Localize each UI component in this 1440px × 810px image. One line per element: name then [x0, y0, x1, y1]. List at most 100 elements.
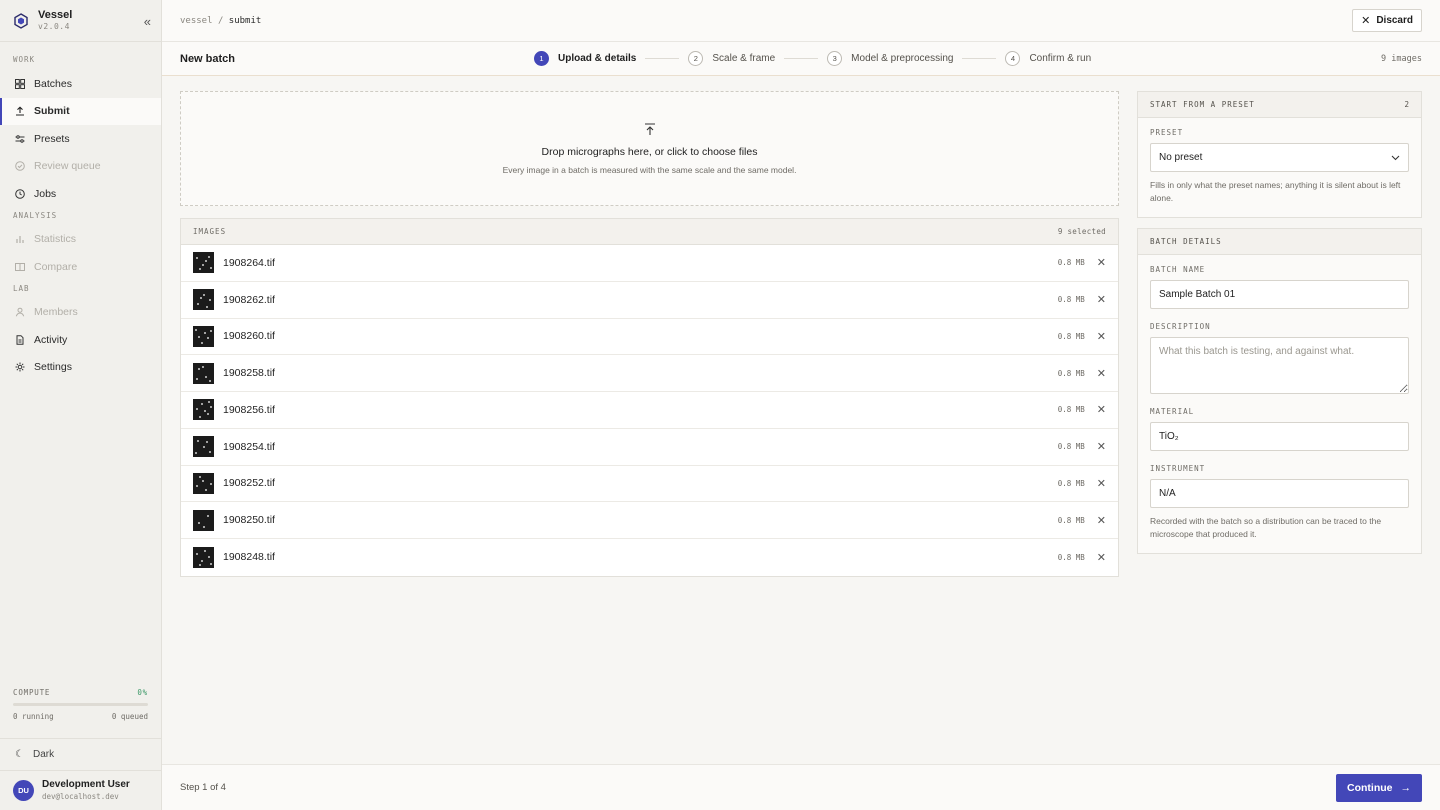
step-number: 2: [688, 51, 704, 66]
remove-file-close-icon[interactable]: ✕: [1097, 293, 1106, 306]
image-thumbnail: [193, 325, 214, 347]
continue-label: Continue: [1347, 781, 1393, 794]
sidebar-item-batches[interactable]: Batches: [0, 70, 161, 98]
compute-label: COMPUTE: [13, 688, 51, 697]
material-label: MATERIAL: [1150, 407, 1195, 416]
remove-file-close-icon[interactable]: ✕: [1097, 367, 1106, 380]
sidebar-item-label: Submit: [34, 105, 70, 118]
sidebar-item-label: Activity: [34, 333, 68, 346]
list-item: 1908262.tif 0.8 MB ✕: [181, 282, 1118, 319]
description-textarea[interactable]: [1150, 337, 1409, 394]
page-title: New batch: [180, 52, 236, 65]
sidebar-item-statistics[interactable]: Statistics: [0, 226, 161, 254]
document-icon: [15, 334, 25, 345]
sidebar-item-settings[interactable]: Settings: [0, 354, 161, 382]
step-label: Confirm & run: [1029, 53, 1092, 64]
brand: Vessel v2.0.4 «: [0, 0, 161, 42]
clock-icon: [15, 188, 25, 199]
app-name: Vessel: [38, 9, 73, 21]
file-size: 0.8 MB: [1057, 368, 1085, 378]
image-thumbnail: [193, 289, 214, 311]
sidebar-item-label: Presets: [34, 132, 70, 145]
person-icon: [15, 307, 25, 317]
file-name: 1908252.tif: [223, 477, 275, 490]
sidebar-item-members[interactable]: Members: [0, 299, 161, 327]
columns-icon: [15, 262, 25, 272]
file-size: 0.8 MB: [1057, 331, 1085, 341]
step-upload-details[interactable]: 1 Upload & details: [534, 51, 636, 66]
step-label: Model & preprocessing: [851, 53, 954, 64]
compute-progress-bar: [13, 703, 148, 706]
chevron-down-icon: [1391, 153, 1400, 163]
theme-toggle[interactable]: ☾ Dark: [0, 738, 161, 769]
remove-file-close-icon[interactable]: ✕: [1097, 403, 1106, 416]
upload-icon: [15, 106, 25, 116]
user-name: Development User: [42, 779, 130, 790]
preset-hint: Fills in only what the preset names; any…: [1150, 180, 1401, 203]
remove-file-close-icon[interactable]: ✕: [1097, 551, 1106, 564]
sidebar-item-label: Jobs: [34, 187, 57, 200]
preset-select[interactable]: No preset: [1150, 143, 1409, 172]
sidebar-item-activity[interactable]: Activity: [0, 326, 161, 354]
theme-label: Dark: [32, 748, 55, 760]
image-thumbnail: [193, 436, 214, 458]
file-size: 0.8 MB: [1057, 552, 1085, 562]
sidebar-item-presets[interactable]: Presets: [0, 125, 161, 153]
step-number: 3: [827, 51, 843, 66]
preset-label: PRESET: [1150, 128, 1184, 137]
user-profile[interactable]: DU Development User dev@localhost.dev: [0, 770, 161, 810]
file-name: 1908258.tif: [223, 367, 275, 380]
bar-chart-icon: [15, 234, 25, 244]
remove-file-close-icon[interactable]: ✕: [1097, 256, 1106, 269]
list-item: 1908254.tif 0.8 MB ✕: [181, 429, 1118, 466]
instrument-input[interactable]: N/A: [1150, 479, 1409, 508]
file-dropzone[interactable]: Drop micrographs here, or click to choos…: [180, 91, 1119, 206]
breadcrumb-current: submit: [228, 15, 262, 26]
material-input[interactable]: TiO₂: [1150, 422, 1409, 451]
step-scale-frame[interactable]: 2 Scale & frame: [688, 51, 775, 66]
sidebar-item-compare[interactable]: Compare: [0, 253, 161, 281]
arrow-right-icon: →: [1400, 781, 1412, 794]
breadcrumb-separator: /: [217, 15, 224, 26]
file-name: 1908256.tif: [223, 403, 275, 416]
file-size: 0.8 MB: [1057, 405, 1085, 415]
sidebar-item-label: Batches: [34, 77, 72, 90]
discard-button[interactable]: ✕ Discard: [1352, 9, 1422, 32]
sidebar-item-submit[interactable]: Submit: [0, 97, 161, 125]
image-thumbnail: [193, 362, 214, 384]
images-list: IMAGES 9 selected 1908264.tif 0.8 MB ✕ 1908…: [180, 218, 1119, 577]
batch-details-panel: BATCH DETAILS BATCH NAME Sample Batch 01…: [1137, 228, 1422, 554]
file-size: 0.8 MB: [1057, 515, 1085, 525]
file-size: 0.8 MB: [1057, 478, 1085, 488]
sidebar-item-jobs[interactable]: Jobs: [0, 180, 161, 208]
images-header-label: IMAGES: [193, 227, 227, 236]
step-model-preprocessing[interactable]: 3 Model & preprocessing: [827, 51, 953, 66]
list-item: 1908258.tif 0.8 MB ✕: [181, 355, 1118, 392]
step-indicator: Step 1 of 4: [180, 782, 226, 793]
close-icon: ✕: [1361, 15, 1371, 27]
remove-file-close-icon[interactable]: ✕: [1097, 440, 1106, 453]
nav-section-lab: LAB: [13, 283, 30, 293]
remove-file-close-icon[interactable]: ✕: [1097, 330, 1106, 343]
sidebar: Vessel v2.0.4 « WORK Batches Submit Pres…: [0, 0, 162, 810]
user-email: dev@localhost.dev: [42, 792, 119, 801]
breadcrumb: vessel / submit: [180, 16, 261, 26]
preset-value: No preset: [1159, 152, 1203, 163]
app-version: v2.0.4: [38, 22, 70, 31]
step-number: 1: [534, 51, 549, 66]
sidebar-item-review-queue[interactable]: Review queue: [0, 153, 161, 181]
dropzone-subtitle: Every image in a batch is measured with …: [502, 164, 797, 175]
compute-percent: 0%: [137, 688, 148, 697]
topbar: vessel / submit ✕ Discard: [162, 0, 1440, 42]
remove-file-close-icon[interactable]: ✕: [1097, 477, 1106, 490]
double-chevron-left-icon[interactable]: «: [144, 14, 151, 29]
list-item: 1908248.tif 0.8 MB ✕: [181, 539, 1118, 576]
breadcrumb-root[interactable]: vessel: [180, 16, 213, 26]
image-thumbnail: [193, 252, 214, 274]
step-confirm-run[interactable]: 4 Confirm & run: [1005, 51, 1091, 66]
gear-icon: [15, 362, 25, 372]
batch-name-input[interactable]: Sample Batch 01: [1150, 280, 1409, 309]
preset-panel: START FROM A PRESET 2 PRESET No preset F…: [1137, 91, 1422, 218]
continue-button[interactable]: Continue →: [1336, 773, 1422, 802]
remove-file-close-icon[interactable]: ✕: [1097, 514, 1106, 527]
